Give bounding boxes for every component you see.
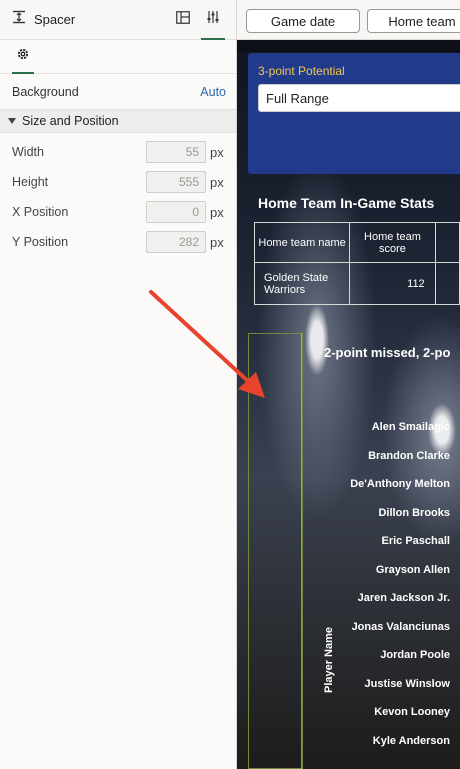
height-row: Height 555 px [0, 167, 236, 197]
size-position-section-header[interactable]: Size and Position [0, 109, 236, 133]
player-label: Alen Smailagic [371, 421, 450, 433]
table-row: Golden State Warriors 112 [253, 262, 460, 305]
collapse-triangle-icon [8, 118, 16, 124]
player-label: Kyle Anderson [372, 735, 450, 747]
height-input[interactable]: 555 [146, 171, 206, 193]
spacer-icon [12, 10, 26, 29]
player-label: De'Anthony Melton [350, 478, 450, 490]
player-label: Eric Paschall [381, 535, 451, 547]
x-position-row: X Position 0 px [0, 197, 236, 227]
layout-tab[interactable] [168, 0, 198, 40]
player-label: Justise Winslow [364, 678, 450, 690]
height-unit: px [210, 174, 224, 190]
player-label: Jonas Valanciunas [351, 621, 450, 633]
chart-title: 2-point missed, 2-po [324, 345, 451, 360]
width-input[interactable]: 55 [146, 141, 206, 163]
x-position-label: X Position [12, 205, 69, 219]
y-axis-label: Player Name [323, 626, 335, 694]
background-value-link[interactable]: Auto [200, 85, 226, 99]
sliders-icon [206, 10, 220, 29]
filter-label: 3-point Potential [258, 64, 345, 78]
player-label: Jordan Poole [380, 649, 450, 661]
table-header-row: Home team name Home team score [253, 222, 460, 263]
spacer-selection-frame[interactable] [248, 333, 303, 769]
x-position-unit: px [210, 204, 224, 220]
column-header-more [434, 222, 460, 263]
player-label: Dillon Brooks [378, 507, 450, 519]
stats-table: Home team name Home team score Golden St… [253, 222, 460, 305]
background-label: Background [12, 85, 79, 99]
general-settings-tab[interactable] [12, 40, 34, 74]
properties-panel: Spacer Background Auto Size and Position… [0, 0, 237, 769]
x-position-input[interactable]: 0 [146, 201, 206, 223]
gear-icon [16, 47, 30, 66]
section-title: Size and Position [22, 114, 119, 128]
player-label: Jaren Jackson Jr. [357, 592, 450, 604]
panel-title: Spacer [34, 12, 76, 27]
game-date-filter-button[interactable]: Game date [246, 9, 360, 33]
width-label: Width [12, 145, 44, 159]
stats-table-title: Home Team In-Game Stats [258, 195, 435, 211]
cell-team-name: Golden State Warriors [253, 262, 351, 305]
cell-more [434, 262, 460, 305]
report-canvas[interactable]: Game date Home team 3-point Potential Fu… [237, 0, 460, 769]
layout-icon [176, 10, 190, 29]
column-header-team-score[interactable]: Home team score [349, 222, 436, 263]
y-position-input[interactable]: 282 [146, 231, 206, 253]
cell-team-score: 112 [349, 262, 436, 305]
player-label: Kevon Looney [374, 706, 450, 718]
column-header-team-name[interactable]: Home team name [253, 222, 351, 263]
y-position-label: Y Position [12, 235, 69, 249]
width-row: Width 55 px [0, 137, 236, 167]
panel-header: Spacer [0, 0, 236, 40]
canvas-top-strip [237, 40, 460, 52]
sub-tabs [0, 40, 236, 74]
properties-tab[interactable] [198, 0, 228, 40]
player-label: Brandon Clarke [368, 450, 450, 462]
home-team-filter-button[interactable]: Home team [367, 9, 460, 33]
chart-axis-line [301, 333, 302, 769]
filter-toolbar: Game date Home team [237, 0, 460, 40]
background-row: Background Auto [0, 80, 236, 104]
filter-select[interactable]: Full Range [258, 84, 460, 112]
y-position-unit: px [210, 234, 224, 250]
three-point-filter-card: 3-point Potential Full Range [248, 53, 460, 174]
y-position-row: Y Position 282 px [0, 227, 236, 257]
width-unit: px [210, 144, 224, 160]
player-label: Grayson Allen [375, 564, 450, 576]
height-label: Height [12, 175, 49, 189]
